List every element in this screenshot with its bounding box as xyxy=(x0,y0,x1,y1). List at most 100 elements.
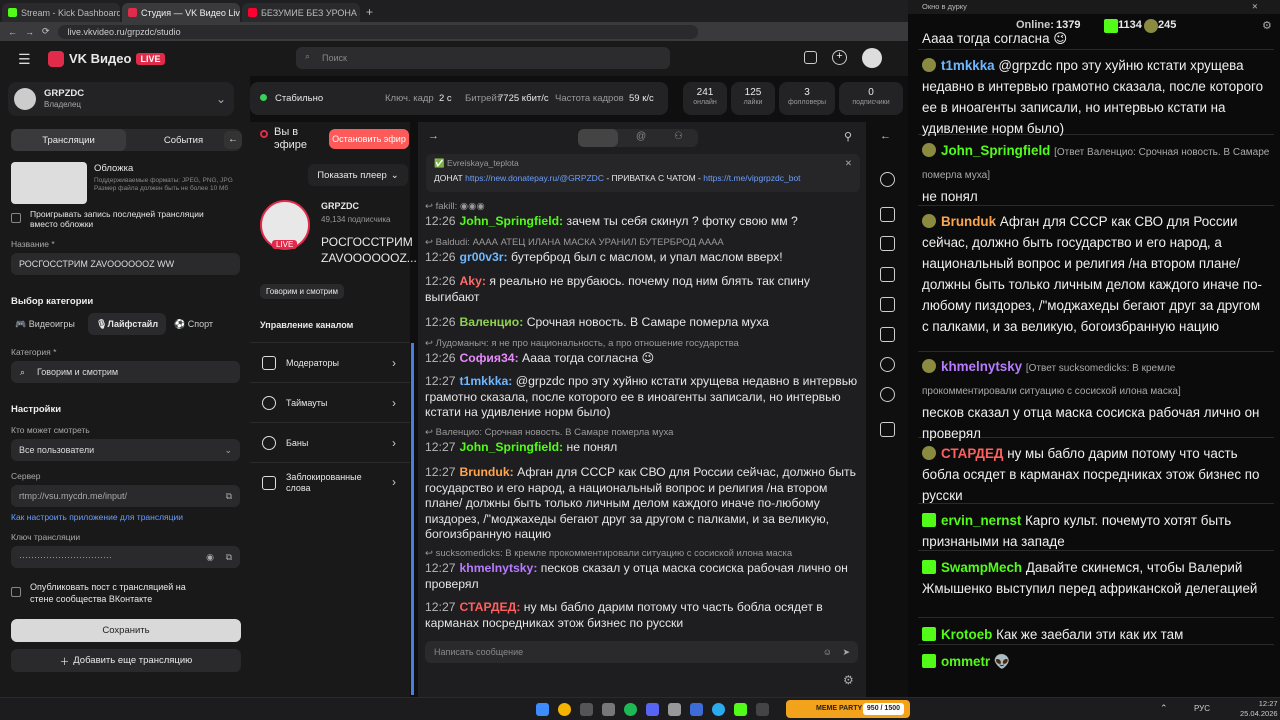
gear-icon[interactable] xyxy=(880,172,895,187)
avatar[interactable] xyxy=(862,48,882,68)
tab-vk-studio[interactable]: Студия — VK Видео Live xyxy=(122,3,240,22)
discord-icon[interactable] xyxy=(646,703,659,716)
copy-icon[interactable]: ⧉ xyxy=(226,552,232,563)
kick-icon[interactable] xyxy=(734,703,747,716)
meme-party-widget[interactable]: MEME PARTY 950 / 1500 xyxy=(786,700,910,718)
menu-bans[interactable]: Баны › xyxy=(250,422,410,462)
eye-icon[interactable]: ◉ xyxy=(206,552,214,563)
chat-message: 12:26 gr00v3r: бутерброд был с маслом, и … xyxy=(425,250,783,264)
menu-moderators[interactable]: Модераторы › xyxy=(250,342,410,382)
new-tab-button[interactable]: + xyxy=(366,3,373,22)
clock: 12:27 25.04.2026 xyxy=(1240,699,1278,718)
chat-view-switch: @ ⚇ xyxy=(578,129,698,147)
obs-icon[interactable] xyxy=(668,703,681,716)
cover-image[interactable] xyxy=(11,162,87,204)
account-avatar xyxy=(14,88,36,110)
dice-icon[interactable] xyxy=(880,267,895,282)
cat-lifestyle[interactable]: 🎙 Лайфстайл xyxy=(88,313,167,335)
vk-video-icon xyxy=(48,50,64,67)
back-icon[interactable]: ← xyxy=(8,27,17,37)
save-button[interactable]: Сохранить xyxy=(11,619,241,642)
donation-icon[interactable] xyxy=(880,422,895,437)
emoji-icon[interactable]: ☺ xyxy=(823,647,832,657)
category-input[interactable]: ⌕ Говорим и смотрим xyxy=(11,361,240,383)
steam-icon[interactable] xyxy=(580,703,593,716)
divider xyxy=(918,49,1274,50)
menu-timeouts[interactable]: Таймауты › xyxy=(250,382,410,422)
show-player-button[interactable]: Показать плеер ⌄ xyxy=(308,164,408,186)
pepe-avatar-icon xyxy=(922,58,936,72)
gamepad-icon[interactable] xyxy=(880,387,895,402)
app-icon[interactable] xyxy=(756,703,769,716)
hamburger-icon[interactable]: ☰ xyxy=(18,51,31,68)
url-input[interactable]: live.vkvideo.ru/grpzdc/studio xyxy=(57,24,698,39)
back-icon[interactable]: ← xyxy=(880,130,891,142)
publish-checkbox[interactable] xyxy=(11,587,21,597)
hammer-icon xyxy=(262,355,276,370)
tab-broadcasts[interactable]: Трансляции xyxy=(11,129,126,151)
notifications-icon[interactable] xyxy=(804,51,817,64)
title-input[interactable]: РОСГОССТРИМ ZAVOOOOOOZ WW xyxy=(11,253,240,275)
kick-message: Аааа тогда согласна 😉 xyxy=(922,31,1068,46)
close-icon[interactable]: ✕ xyxy=(845,158,852,169)
stop-stream-button[interactable]: Остановить эфир xyxy=(329,129,409,149)
vk-header: ☰ VK Видео LIVE ⌕ Поиск + xyxy=(0,41,908,76)
stat-subscribers: 0 подписчики xyxy=(839,82,903,115)
trophy-icon[interactable] xyxy=(880,357,895,372)
chat-icon[interactable] xyxy=(578,129,618,147)
windows-icon[interactable] xyxy=(536,703,549,716)
list-icon[interactable] xyxy=(880,297,895,312)
spotify-icon[interactable] xyxy=(624,703,637,716)
pinned-message: ✅ Evreiskaya_teplota ДОНАТ https://new.d… xyxy=(426,154,860,192)
copy-icon[interactable]: ⧉ xyxy=(226,491,232,502)
cat-videogames[interactable]: 🎮 Видеоигры xyxy=(15,319,75,330)
reload-icon[interactable]: ⟳ xyxy=(42,26,50,37)
chat-panel: → @ ⚇ ⚲ ✅ Evreiskaya_teplota ДОНАТ https… xyxy=(418,122,866,720)
kick-message: khmelnytsky [Ответ sucksomedicks: В крем… xyxy=(922,359,1260,441)
replay-checkbox[interactable] xyxy=(11,213,21,223)
pin-icon[interactable]: ⚲ xyxy=(844,130,852,143)
settings-icon[interactable]: ⚙ xyxy=(843,673,854,687)
add-broadcast-button[interactable]: ＋ Добавить еще трансляцию xyxy=(11,649,241,672)
diamond-icon[interactable] xyxy=(880,207,895,222)
chevron-down-icon: ⌄ xyxy=(390,169,399,181)
pepe-avatar-icon xyxy=(922,446,936,460)
chat-input[interactable]: Написать сообщение ☺ ➤ xyxy=(425,641,858,663)
reply-icon: ↩ xyxy=(425,548,436,559)
search-input[interactable]: ⌕ Поиск xyxy=(296,47,670,69)
tab-kick-dashboard[interactable]: Stream - Kick Dashboard xyxy=(2,3,120,22)
app-icon[interactable] xyxy=(602,703,615,716)
tab-youtube[interactable]: БЕЗУМИЕ БЕЗ УРОНА ЗА 4 ЧА xyxy=(242,3,360,22)
telegram-icon[interactable] xyxy=(712,703,725,716)
send-icon[interactable]: ➤ xyxy=(842,647,850,658)
chat-message: 12:27 t1mkkka: @grpzdc про эту хуйню кста… xyxy=(425,374,858,419)
users-icon[interactable]: ⚇ xyxy=(674,131,683,142)
media-icon[interactable] xyxy=(690,703,703,716)
account-selector[interactable]: GRPZDC Владелец ⌄ xyxy=(8,82,234,116)
bar-chart-icon[interactable] xyxy=(880,327,895,342)
close-icon[interactable]: ✕ xyxy=(1252,0,1258,14)
forward-icon[interactable]: → xyxy=(428,130,439,142)
status-dot xyxy=(260,94,267,101)
reply-icon: ↩ xyxy=(425,338,436,349)
mention-icon[interactable]: @ xyxy=(636,131,646,142)
reply-icon: ↩ xyxy=(425,237,436,248)
reply-icon: ↩ xyxy=(425,427,436,438)
visibility-select[interactable]: Все пользователи ⌄ xyxy=(11,439,240,461)
collapse-left-button[interactable]: ← xyxy=(224,131,242,149)
pepe-avatar-icon xyxy=(922,143,936,157)
forward-icon[interactable]: → xyxy=(25,27,34,37)
tray-chevron-icon[interactable]: ⌃ xyxy=(1160,703,1168,714)
cat-sport[interactable]: ⚽ Спорт xyxy=(174,319,213,330)
chrome-icon[interactable] xyxy=(558,703,571,716)
add-icon[interactable]: + xyxy=(832,50,847,65)
stream-key-field[interactable]: ······························· ◉ ⧉ xyxy=(11,546,240,568)
kick-message: Brunduk Афган для СССР как СВО для Росси… xyxy=(922,214,1262,334)
server-field[interactable]: rtmp://vsu.mycdn.me/input/⧉ xyxy=(11,485,240,507)
left-tabs: Трансляции События xyxy=(11,129,241,151)
gem-icon[interactable] xyxy=(880,236,895,251)
chevron-down-icon: ⌄ xyxy=(215,92,226,106)
vk-logo[interactable]: VK Видео LIVE xyxy=(48,50,165,67)
howto-link[interactable]: Как настроить приложение для трансляции xyxy=(11,512,183,522)
menu-blocked-words[interactable]: Заблокированные слова › xyxy=(250,462,410,502)
